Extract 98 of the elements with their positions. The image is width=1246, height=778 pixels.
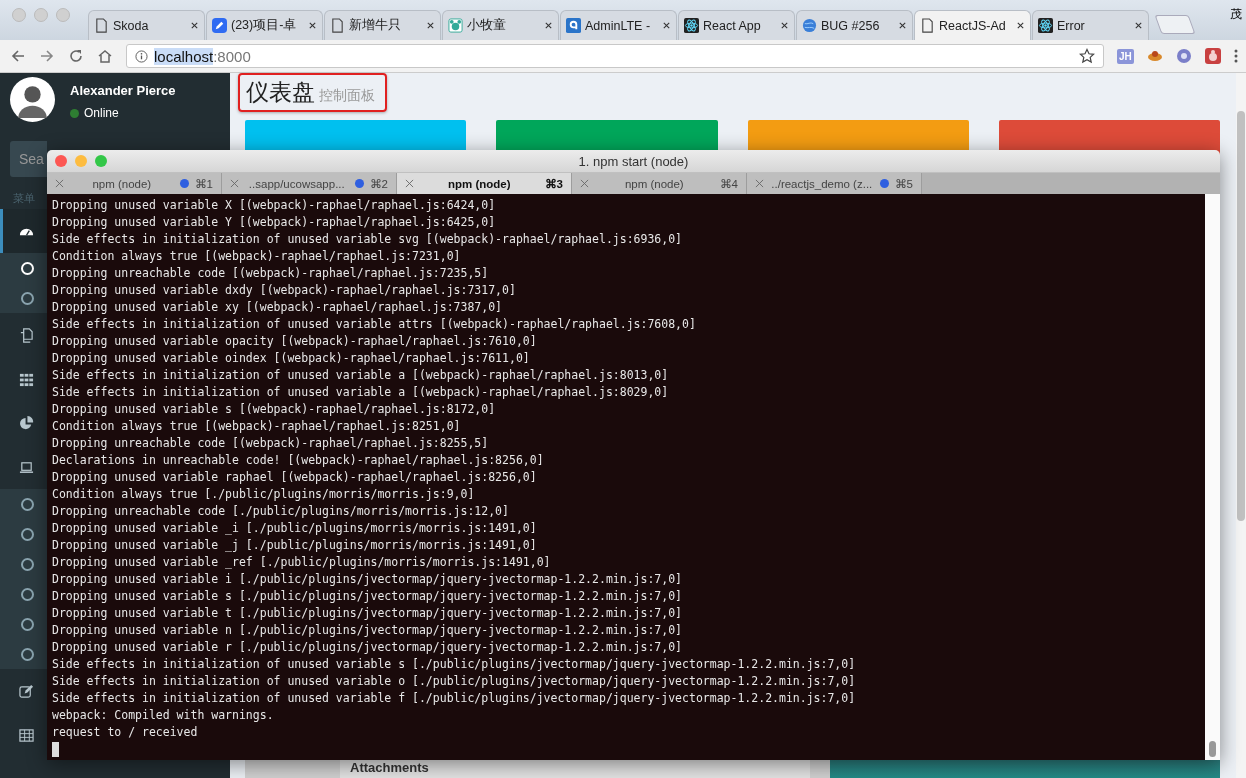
output-line: Side effects in initialization of unused variable f [./public/plugins/jvectormap/jquery-jvectormap-1.2.2.min.js:7,0] [52, 690, 857, 707]
output-line: Side effects in initialization of unused variable a [(webpack)-raphael/raphael.js:8013,0] [52, 367, 670, 384]
output-line: Side effects in initialization of unused variable attrs [(webpack)-raphael/raphael.js:7608,0] [52, 316, 697, 333]
avatar [10, 77, 55, 122]
output-line: Dropping unused variable _j [./public/plugins/morris/morris.js:1491,0] [52, 537, 538, 554]
info-icon[interactable] [135, 49, 148, 63]
browser-tab[interactable]: Skoda [88, 10, 205, 40]
output-line: Side effects in initialization of unused variable s [./public/plugins/jvectormap/jquery-jvectormap-1.2.2.min.js:7,0] [52, 656, 857, 673]
output-line: Dropping unused variable dxdy [(webpack)-raphael/raphael.js:7317,0] [52, 282, 517, 299]
extension-icon[interactable] [1175, 48, 1192, 64]
terminal-tab[interactable]: ..sapp/ucowsapp... ⌘2 [222, 173, 397, 194]
close-tab-icon[interactable] [780, 21, 789, 30]
profile-name[interactable]: 茂 [1230, 6, 1242, 23]
forward-icon[interactable] [39, 48, 55, 64]
reload-icon[interactable] [68, 48, 84, 64]
output-line: Dropping unused variable r [./public/plugins/jvectormap/jquery-jvectormap-1.2.2.min.js:7,0] [52, 639, 684, 656]
output-line: Side effects in initialization of unused variable o [./public/plugins/jvectormap/jquery-jvectormap-1.2.2.min.js:7,0] [52, 673, 857, 690]
user-name: Alexander Pierce [70, 83, 176, 98]
user-status: Online [84, 106, 119, 120]
star-icon[interactable] [1079, 48, 1095, 64]
browser-tab[interactable]: BUG #256 [796, 10, 913, 40]
swirl-icon [566, 18, 581, 33]
page-icon [94, 18, 109, 33]
edit-icon [19, 683, 34, 699]
browser-tab[interactable]: 新增牛只 [324, 10, 441, 40]
output-line: Dropping unused variable s [./public/plugins/jvectormap/jquery-jvectormap-1.2.2.min.js:7,0] [52, 588, 684, 605]
pie-icon [19, 415, 34, 431]
terminal-tab[interactable]: npm (node) ⌘1 [47, 173, 222, 194]
menu-icon[interactable] [1233, 48, 1238, 64]
browser-tab[interactable]: AdminLTE - [560, 10, 677, 40]
terminal-tab[interactable]: npm (node) ⌘3 [397, 173, 572, 194]
url-host: localhost [154, 47, 214, 65]
terminal-tab[interactable]: npm (node) ⌘4 [572, 173, 747, 194]
output-line: Dropping unused variable t [./public/plugins/jvectormap/jquery-jvectormap-1.2.2.min.js:7,0] [52, 605, 684, 622]
globe-icon [802, 18, 817, 33]
output-line: request to / received [52, 724, 199, 741]
output-line: Dropping unreachable code [(webpack)-raphael/raphael.js:7235,5] [52, 265, 490, 282]
address-bar[interactable]: localhost:8000 [126, 44, 1104, 68]
output-line: Dropping unused variable X [(webpack)-raphael/raphael.js:6424,0] [52, 197, 497, 214]
close-tab-icon[interactable] [1016, 21, 1025, 30]
atom-icon [684, 18, 699, 33]
page-icon [330, 18, 345, 33]
table-icon [19, 727, 34, 743]
close-tab-icon[interactable] [1134, 21, 1143, 30]
close-window-icon[interactable] [55, 155, 67, 167]
output-line: Dropping unused variable i [./public/plugins/jvectormap/jquery-jvectormap-1.2.2.min.js:7,0] [52, 571, 684, 588]
page-subtitle: 控制面板 [319, 87, 375, 105]
scrollbar[interactable] [1205, 194, 1220, 760]
output-line: webpack: Compiled with warnings. [52, 707, 275, 724]
terminal-tab[interactable]: ../reactjs_demo (z... ⌘5 [747, 173, 922, 194]
output-line: Condition always true [(webpack)-raphael/raphael.js:8251,0] [52, 418, 462, 435]
output-line: Condition always true [./public/plugins/morris/morris.js:9,0] [52, 486, 476, 503]
browser-tab[interactable]: (23)项目-卓 [206, 10, 323, 40]
output-line: Dropping unreachable code [./public/plugins/morris/morris.js:12,0] [52, 503, 510, 520]
browser-tab[interactable]: React App [678, 10, 795, 40]
back-icon[interactable] [10, 48, 26, 64]
close-tab-icon[interactable] [544, 21, 553, 30]
close-tab-icon[interactable] [426, 21, 435, 30]
search-field[interactable]: Sea [10, 141, 47, 177]
window-title: 1. npm start (node) [578, 153, 689, 169]
panel-title: Attachments [340, 760, 810, 778]
grid-icon [19, 371, 34, 387]
online-status-dot [70, 108, 79, 118]
close-tab-icon[interactable] [308, 21, 317, 30]
scrollbar[interactable] [1236, 73, 1246, 778]
output-line: Side effects in initialization of unused variable svg [(webpack)-raphael/raphael.js:6936,0] [52, 231, 684, 248]
close-tab-icon[interactable] [898, 21, 907, 30]
close-tab-icon[interactable] [190, 21, 199, 30]
close-tab-icon[interactable] [662, 21, 671, 30]
bowl-icon[interactable] [1146, 48, 1163, 64]
output-line: Dropping unused variable opacity [(webpack)-raphael/raphael.js:7610,0] [52, 333, 538, 350]
text-cursor [52, 742, 59, 757]
sidebar-item[interactable] [0, 209, 47, 253]
bug-icon[interactable] [1204, 48, 1221, 64]
output-line: Side effects in initialization of unused variable a [(webpack)-raphael/raphael.js:8029,0] [52, 384, 670, 401]
output-line: Dropping unreachable code [(webpack)-raphael/raphael.js:8255,5] [52, 435, 490, 452]
laptop-icon [19, 459, 34, 475]
page-icon [920, 18, 935, 33]
url-port: :8000 [213, 47, 251, 65]
page-title: 仪表盘 [246, 78, 315, 107]
cow-icon [448, 18, 463, 33]
output-line: Dropping unused variable _ref [./public/plugins/morris/morris.js:1491,0] [52, 554, 552, 571]
output-line: Condition always true [(webpack)-raphael/raphael.js:7231,0] [52, 248, 462, 265]
output-line: Dropping unused variable _i [./public/plugins/morris/morris.js:1491,0] [52, 520, 538, 537]
pen-icon [212, 18, 227, 33]
output-line: Dropping unused variable oindex [(webpack)-raphael/raphael.js:7611,0] [52, 350, 531, 367]
atom-icon [1038, 18, 1053, 33]
browser-tab[interactable]: 小牧童 [442, 10, 559, 40]
browser-tab[interactable]: ReactJS-Ad [914, 10, 1031, 40]
browser-tab[interactable]: Error [1032, 10, 1149, 40]
output-line: Dropping unused variable n [./public/plugins/jvectormap/jquery-jvectormap-1.2.2.min.js:7,0] [52, 622, 684, 639]
output-line: Dropping unused variable xy [(webpack)-raphael/raphael.js:7387,0] [52, 299, 504, 316]
output-line: Declarations in unreachable code! [(webpack)-raphael/raphael.js:8256,0] [52, 452, 545, 469]
output-line: Dropping unused variable s [(webpack)-raphael/raphael.js:8172,0] [52, 401, 497, 418]
output-line: Dropping unused variable raphael [(webpack)-raphael/raphael.js:8256,0] [52, 469, 538, 486]
output-line: Dropping unused variable Y [(webpack)-raphael/raphael.js:6425,0] [52, 214, 497, 231]
copy-icon [19, 327, 34, 343]
home-icon[interactable] [97, 48, 113, 64]
